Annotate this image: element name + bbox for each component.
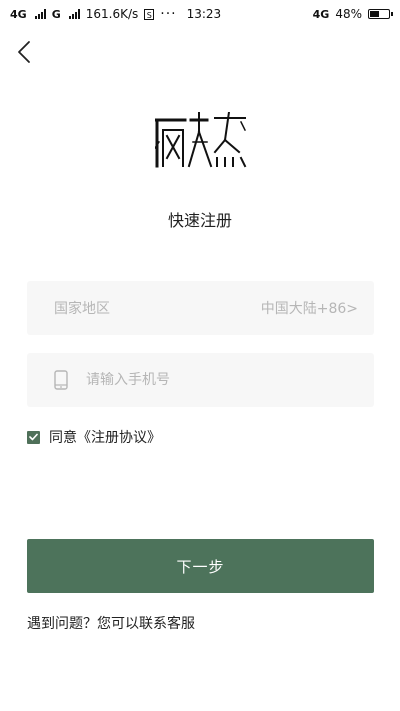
country-region-value: 中国大陆+86> xyxy=(260,301,358,317)
agreement-row: 同意《注册协议》 xyxy=(27,427,161,447)
battery-fill xyxy=(370,11,379,17)
phone-field[interactable] xyxy=(27,353,374,407)
battery-icon xyxy=(368,9,393,19)
battery-percent: 48% xyxy=(335,7,362,21)
page-title: 快速注册 xyxy=(167,211,232,230)
mobile-phone-icon xyxy=(54,370,68,390)
agreement-text[interactable]: 同意《注册协议》 xyxy=(49,427,161,447)
network-type-right: 4G xyxy=(312,7,330,21)
network-type-2: G xyxy=(51,7,61,21)
phone-input[interactable] xyxy=(86,372,358,388)
country-region-label: 国家地区 xyxy=(54,301,110,317)
more-dots-icon: ··· xyxy=(160,6,177,22)
network-speed: 161.6K/s xyxy=(85,7,139,21)
country-region-selector[interactable]: 国家地区 中国大陆+86> xyxy=(27,281,374,335)
check-icon xyxy=(29,433,38,441)
brand-logo xyxy=(155,112,247,168)
agreement-checkbox[interactable] xyxy=(27,430,40,444)
back-button[interactable] xyxy=(8,36,40,68)
status-bar: 4G G 161.6K/s S ··· 13:23 4G 48% xyxy=(0,0,400,28)
signal-icon xyxy=(68,9,80,19)
contact-support-link[interactable]: 遇到问题？您可以联系客服 xyxy=(27,613,195,633)
status-time: 13:23 xyxy=(186,7,222,21)
status-right: 4G 48% xyxy=(312,7,393,21)
next-step-button[interactable]: 下一步 xyxy=(27,539,374,593)
network-type-1: 4G xyxy=(10,7,27,21)
signal-icon xyxy=(34,9,46,19)
status-left: 4G G 161.6K/s S ··· 13:23 xyxy=(10,7,221,21)
sim-icon: S xyxy=(144,8,155,20)
chevron-left-icon xyxy=(18,41,30,63)
register-screen: 4G G 161.6K/s S ··· 13:23 4G 48% 快速注册 国家… xyxy=(0,0,400,711)
